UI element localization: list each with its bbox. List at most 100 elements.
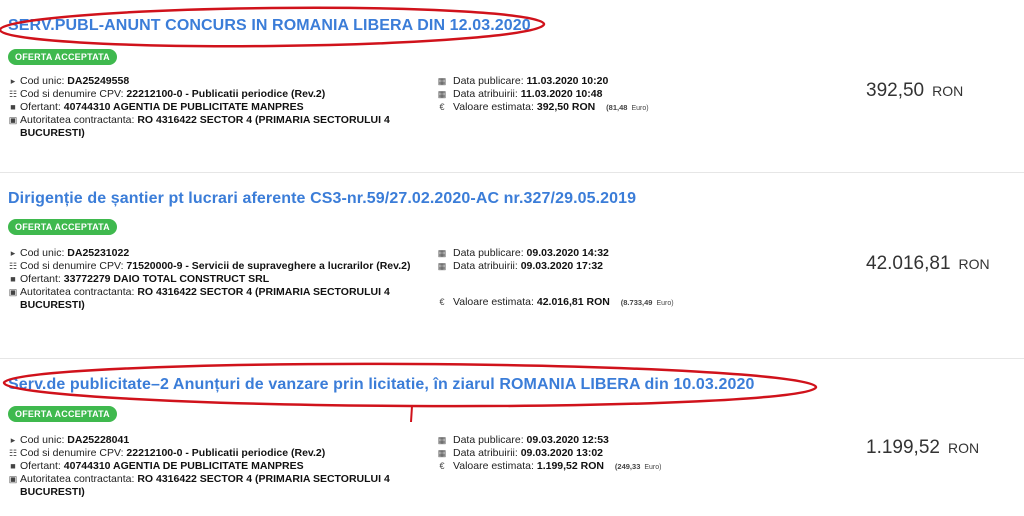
valoare-value: 1.199,52 — [536, 460, 578, 472]
autoritate-label: Autoritatea contractanta: — [20, 473, 135, 485]
data-atribuirii-value: 09.03.2020 17:32 — [520, 260, 604, 272]
ofertant-value: 40744310 AGENTIA DE PUBLICITATE MANPRES — [63, 101, 304, 113]
data-publicare-row: ▦ Data publicare: 09.03.2020 12:53 — [437, 434, 737, 447]
data-atribuirii-label: Data atribuirii: — [453, 88, 518, 100]
valoare-euro-currency: Euro) — [631, 105, 649, 112]
contract-title-link[interactable]: Dirigenție de șantier pt lucrari aferent… — [8, 190, 636, 208]
euro-icon: € — [439, 102, 445, 112]
valoare-row: € Valoare estimata: 1.199,52 RON (249,33… — [437, 460, 737, 474]
status-badge: OFERTA ACCEPTATA — [8, 406, 117, 422]
data-atribuirii-label: Data atribuirii: — [453, 260, 518, 272]
calendar-icon: ▦ — [437, 248, 447, 258]
data-atribuirii-label: Data atribuirii: — [453, 447, 518, 459]
contract-dates: ▦ Data publicare: 11.03.2020 10:20 ▦ Dat… — [437, 75, 737, 115]
data-publicare-value: 09.03.2020 14:32 — [526, 247, 609, 259]
autoritate-row: ▣ Autoritatea contractanta: RO 4316422 S… — [8, 473, 428, 499]
cpv-label: Cod si denumire CPV: — [20, 88, 124, 100]
valoare-currency: RON — [586, 296, 610, 308]
valoare-row: € Valoare estimata: 392,50 RON (81,48 Eur… — [437, 101, 737, 115]
data-publicare-row: ▦ Data publicare: 11.03.2020 10:20 — [437, 75, 737, 88]
valoare-euro: (81,48 — [606, 103, 628, 112]
valoare-currency: RON — [580, 460, 604, 472]
price-currency: RON — [932, 83, 964, 99]
price-currency: RON — [947, 440, 980, 456]
cod-unic-value: DA25249558 — [67, 75, 130, 87]
cod-unic-label: Cod unic: — [20, 434, 65, 446]
euro-icon: € — [439, 297, 445, 307]
valoare-euro: (8.733,49 — [620, 298, 653, 307]
cpv-row: ☷ Cod si denumire CPV: 71520000-9 - Serv… — [8, 260, 428, 273]
sitemap-icon: ☷ — [8, 89, 18, 99]
sitemap-icon: ☷ — [8, 261, 18, 271]
valoare-label: Valoare estimata: — [453, 296, 534, 308]
user-icon: ■ — [10, 461, 16, 471]
valoare-label: Valoare estimata: — [453, 460, 534, 472]
contract-title-link[interactable]: SERV.PUBL-ANUNT CONCURS IN ROMANIA LIBER… — [8, 17, 531, 35]
data-publicare-label: Data publicare: — [453, 247, 524, 259]
price-currency: RON — [958, 256, 990, 272]
ofertant-row: ■ Ofertant: 40744310 AGENTIA DE PUBLICIT… — [8, 101, 428, 114]
contract-item: Serv.de publicitate–2 Anunțuri de vanzar… — [0, 358, 1024, 516]
ofertant-row: ■ Ofertant: 40744310 AGENTIA DE PUBLICIT… — [8, 460, 428, 473]
calendar-icon: ▦ — [437, 76, 447, 86]
data-publicare-value: 11.03.2020 10:20 — [526, 75, 609, 87]
cod-unic-row: ▸ Cod unic: DA25231022 — [8, 247, 428, 260]
contract-details: ▸ Cod unic: DA25228041 ☷ Cod si denumire… — [8, 434, 428, 499]
data-atribuirii-row: ▦ Data atribuirii: 09.03.2020 13:02 — [437, 447, 737, 460]
data-atribuirii-row: ▦ Data atribuirii: 11.03.2020 10:48 — [437, 88, 737, 101]
briefcase-icon: ▣ — [8, 287, 18, 297]
cod-unic-label: Cod unic: — [20, 75, 65, 87]
valoare-label: Valoare estimata: — [453, 101, 534, 113]
contract-details: ▸ Cod unic: DA25249558 ☷ Cod si denumire… — [8, 75, 428, 140]
briefcase-icon: ▣ — [8, 474, 18, 484]
cpv-value: 22212100-0 - Publicatii periodice (Rev.2… — [126, 88, 326, 100]
ofertant-label: Ofertant: — [20, 460, 61, 472]
ofertant-value: 40744310 AGENTIA DE PUBLICITATE MANPRES — [63, 460, 304, 472]
calendar-icon: ▦ — [437, 261, 447, 271]
tag-icon: ▸ — [10, 248, 16, 258]
price-amount: 1.199,52 — [866, 437, 940, 458]
data-publicare-value: 09.03.2020 12:53 — [526, 434, 609, 446]
cod-unic-row: ▸ Cod unic: DA25228041 — [8, 434, 428, 447]
euro-icon: € — [439, 461, 445, 471]
autoritate-row: ▣ Autoritatea contractanta: RO 4316422 S… — [8, 286, 428, 312]
tag-icon: ▸ — [10, 76, 16, 86]
valoare-euro: (249,33 — [614, 462, 641, 471]
contract-dates: ▦ Data publicare: 09.03.2020 14:32 ▦ Dat… — [437, 247, 737, 310]
data-publicare-label: Data publicare: — [453, 434, 524, 446]
data-atribuirii-value: 11.03.2020 10:48 — [520, 88, 603, 100]
contract-item: Dirigenție de șantier pt lucrari aferent… — [0, 172, 1024, 358]
cpv-value: 71520000-9 - Servicii de supraveghere a … — [126, 260, 411, 272]
contract-details: ▸ Cod unic: DA25231022 ☷ Cod si denumire… — [8, 247, 428, 312]
sitemap-icon: ☷ — [8, 448, 18, 458]
status-badge: OFERTA ACCEPTATA — [8, 219, 117, 235]
ofertant-row: ■ Ofertant: 33772279 DAIO TOTAL CONSTRUC… — [8, 273, 428, 286]
price-amount: 42.016,81 — [866, 253, 951, 274]
cpv-label: Cod si denumire CPV: — [20, 260, 124, 272]
contract-dates: ▦ Data publicare: 09.03.2020 12:53 ▦ Dat… — [437, 434, 737, 474]
contract-price: 42.016,81 RON — [866, 253, 990, 275]
user-icon: ■ — [10, 102, 16, 112]
cod-unic-row: ▸ Cod unic: DA25249558 — [8, 75, 428, 88]
valoare-row: € Valoare estimata: 42.016,81 RON (8.733… — [437, 296, 737, 310]
status-badge: OFERTA ACCEPTATA — [8, 49, 117, 65]
tag-icon: ▸ — [10, 435, 16, 445]
valoare-value: 42.016,81 — [536, 296, 584, 308]
autoritate-label: Autoritatea contractanta: — [20, 114, 135, 126]
cpv-label: Cod si denumire CPV: — [20, 447, 124, 459]
ofertant-value: 33772279 DAIO TOTAL CONSTRUCT SRL — [63, 273, 270, 285]
price-amount: 392,50 — [866, 80, 925, 101]
valoare-value: 392,50 — [536, 101, 569, 113]
ofertant-label: Ofertant: — [20, 273, 61, 285]
calendar-icon: ▦ — [437, 89, 447, 99]
data-publicare-label: Data publicare: — [453, 75, 524, 87]
cod-unic-label: Cod unic: — [20, 247, 65, 259]
contract-item: SERV.PUBL-ANUNT CONCURS IN ROMANIA LIBER… — [0, 0, 1024, 172]
valoare-euro-currency: Euro) — [656, 300, 674, 307]
user-icon: ■ — [10, 274, 16, 284]
data-atribuirii-row: ▦ Data atribuirii: 09.03.2020 17:32 — [437, 260, 737, 273]
briefcase-icon: ▣ — [8, 115, 18, 125]
cpv-row: ☷ Cod si denumire CPV: 22212100-0 - Publ… — [8, 447, 428, 460]
contract-title-link[interactable]: Serv.de publicitate–2 Anunțuri de vanzar… — [8, 376, 754, 394]
